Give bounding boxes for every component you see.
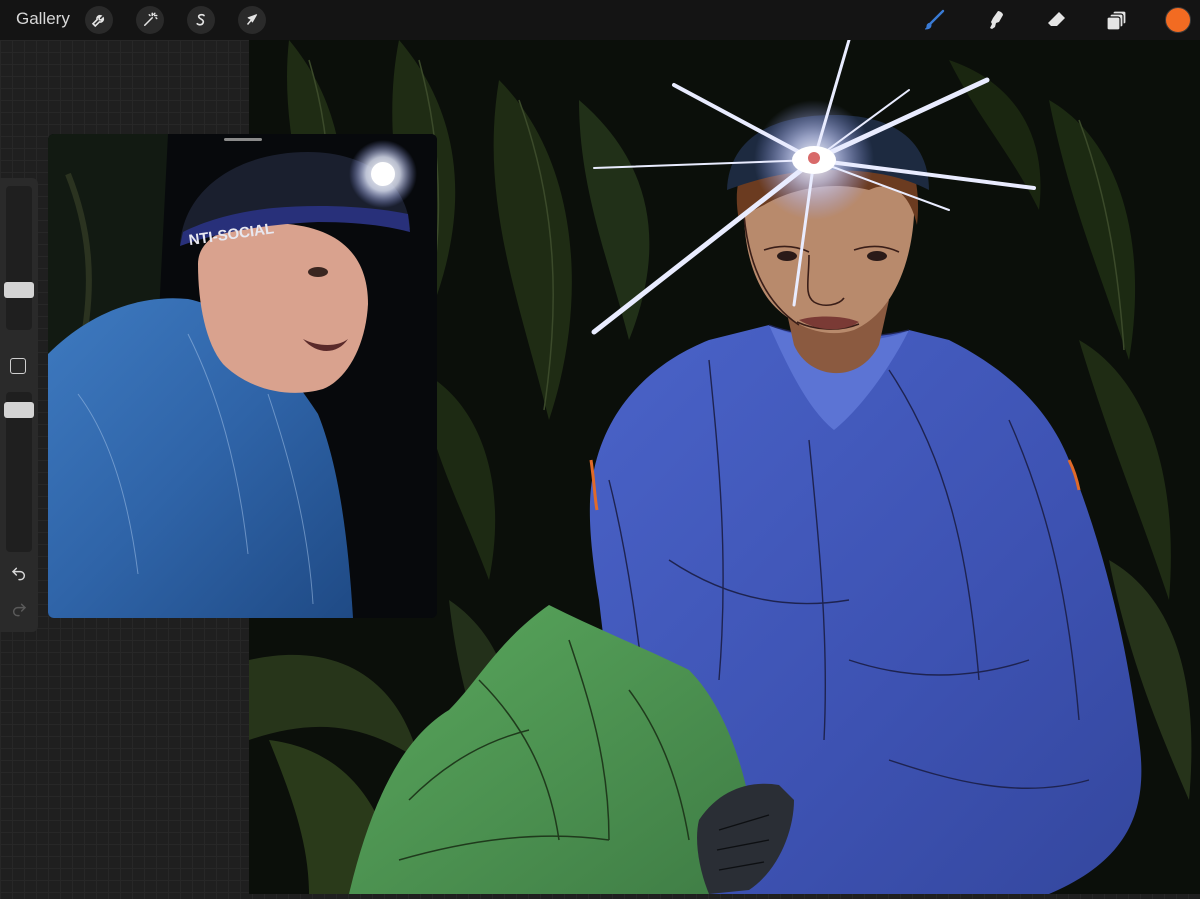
brush-size-thumb[interactable]	[4, 282, 34, 298]
gallery-button[interactable]: Gallery	[16, 9, 70, 29]
left-sidebar	[0, 178, 38, 632]
reference-window[interactable]: NTI-SOCIAL	[48, 134, 437, 618]
wrench-icon[interactable]	[85, 6, 113, 34]
layers-icon[interactable]	[1103, 6, 1131, 34]
top-toolbar: Gallery	[0, 0, 1200, 40]
reference-photo: NTI-SOCIAL	[48, 134, 437, 618]
transform-arrow-icon[interactable]	[238, 6, 266, 34]
modify-square-button[interactable]	[10, 358, 26, 374]
smudge-icon[interactable]	[982, 6, 1010, 34]
selection-icon[interactable]	[187, 6, 215, 34]
brush-icon[interactable]	[920, 6, 948, 34]
redo-icon[interactable]	[8, 598, 30, 620]
opacity-thumb[interactable]	[4, 402, 34, 418]
reference-drag-handle[interactable]	[224, 138, 262, 141]
undo-icon[interactable]	[8, 562, 30, 584]
brush-size-slider[interactable]	[6, 186, 32, 330]
magic-wand-icon[interactable]	[136, 6, 164, 34]
eraser-icon[interactable]	[1042, 6, 1070, 34]
color-picker-button[interactable]	[1165, 7, 1191, 33]
